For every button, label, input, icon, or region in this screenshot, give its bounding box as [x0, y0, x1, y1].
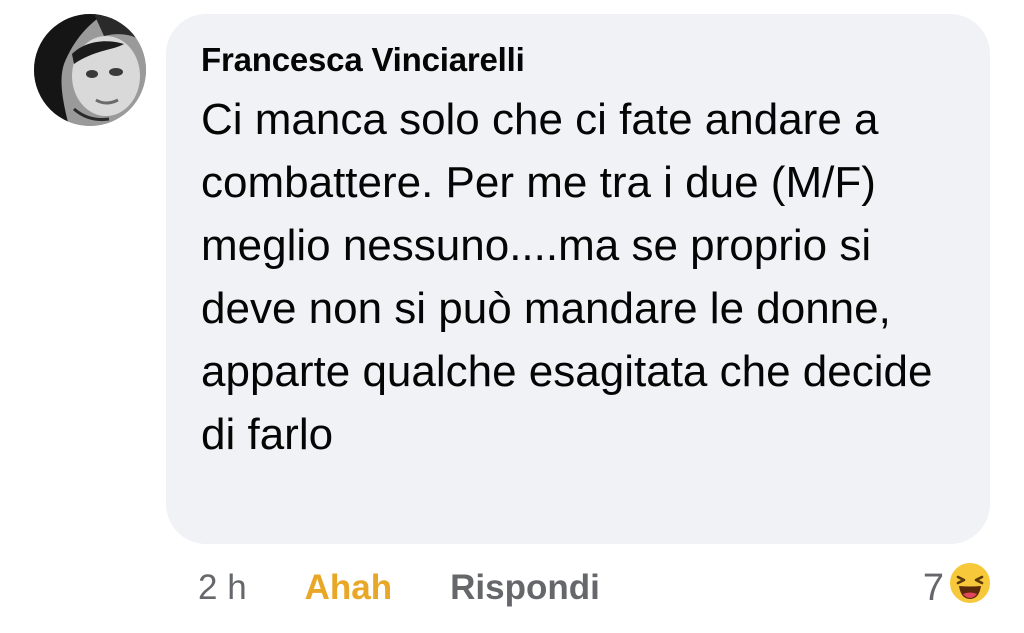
- comment-author[interactable]: Francesca Vinciarelli: [201, 38, 960, 82]
- comment-text: Ci manca solo che ci fate andare a comba…: [201, 95, 933, 459]
- comment-bubble: Francesca Vinciarelli Ci manca solo che …: [166, 14, 990, 544]
- avatar[interactable]: [34, 14, 146, 126]
- comment-timestamp[interactable]: 2 h: [198, 568, 247, 608]
- comment: Francesca Vinciarelli Ci manca solo che …: [0, 0, 1024, 633]
- avatar-photo: [34, 14, 146, 126]
- comment-actions: 2 h Ahah Rispondi: [198, 560, 600, 616]
- reply-button[interactable]: Rispondi: [450, 568, 600, 608]
- laughing-face-icon: [948, 561, 992, 615]
- reaction-summary[interactable]: 7: [923, 560, 992, 616]
- reaction-count: 7: [922, 566, 944, 609]
- reaction-button[interactable]: Ahah: [305, 568, 393, 608]
